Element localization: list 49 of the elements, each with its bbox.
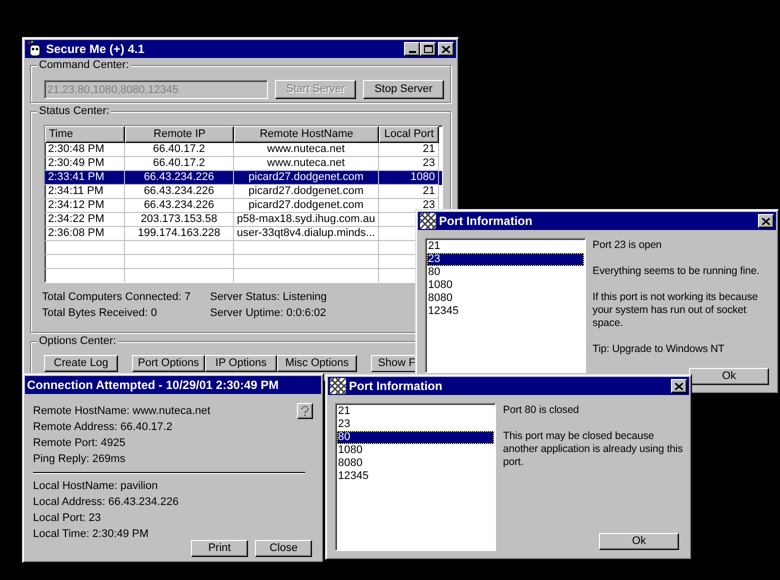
port-message: Everything seems to be running fine. <box>592 265 760 278</box>
table-cell: 66.43.234.226 <box>144 185 214 197</box>
table-cell: 66.40.17.2 <box>153 157 205 169</box>
status-text: Total Bytes Received: 0 <box>42 307 158 320</box>
table-cell: user-33qt8v4.dialup.minds... <box>236 227 376 239</box>
table-cell: 1080 <box>410 171 435 183</box>
window-title: Port Information <box>349 378 444 395</box>
info-text: Local Address: 66.43.234.226 <box>33 495 180 510</box>
status-text: Server Status: Listening <box>210 291 328 304</box>
info-text: Remote Port: 4925 <box>33 436 126 451</box>
info-text: Ping Reply: 269ms <box>33 452 126 467</box>
table-cell: 66.43.234.226 <box>144 199 214 211</box>
table-cell: 66.40.17.2 <box>153 143 205 155</box>
table-cell: 2:30:49 PM <box>48 157 104 169</box>
info-text: Local HostName: pavilion <box>33 479 159 494</box>
group-label: Options Center: <box>37 334 118 348</box>
table-cell: 2:34:11 PM <box>48 185 104 197</box>
info-text: Local Port: 23 <box>33 511 102 526</box>
table-cell: www.nuteca.net <box>267 157 345 169</box>
table-cell: 2:33:41 PM <box>48 171 104 183</box>
table-cell: p58-max18.syd.ihug.com.au <box>236 213 376 225</box>
table-cell: 66.43.234.226 <box>144 171 214 183</box>
port-message: If this port is not working its because your system has run out of socket space. <box>592 291 759 330</box>
port-message: Port 23 is open <box>592 239 663 252</box>
info-text: Local Time: 2:30:49 PM <box>33 527 150 542</box>
table-cell: picard27.dodgenet.com <box>248 185 364 197</box>
table-cell: www.nuteca.net <box>267 143 345 155</box>
status-text: Total Computers Connected: 7 <box>42 291 192 304</box>
table-cell: 203.173.153.58 <box>140 213 218 225</box>
port-message: This port may be closed because another application is already using this port. <box>503 430 684 469</box>
table-cell: picard27.dodgenet.com <box>248 199 364 211</box>
port-message: Port 80 is closed <box>503 404 580 417</box>
window-title: Port Information <box>439 213 534 230</box>
table-cell: 2:34:22 PM <box>48 213 104 225</box>
table-cell: 2:36:08 PM <box>48 227 104 239</box>
window-title: Secure Me (+) 4.1 <box>46 41 146 58</box>
table-cell: 21 <box>422 185 435 197</box>
table-cell: 2:30:48 PM <box>48 143 104 155</box>
port-message: Tip: Upgrade to Windows NT <box>592 343 726 356</box>
info-text: Remote HostName: www.nuteca.net <box>33 404 210 419</box>
table-cell: 199.174.163.228 <box>138 227 220 239</box>
table-cell: 2:34:12 PM <box>48 199 104 211</box>
status-text: Server Uptime: 0:0:6:02 <box>210 307 328 320</box>
table-cell: 23 <box>422 199 435 211</box>
window-title: Connection Attempted - 10/29/01 2:30:49 PM <box>27 377 279 394</box>
info-text: Remote Address: 66.40.17.2 <box>33 420 172 435</box>
table-cell: 23 <box>422 157 435 169</box>
table-cell: picard27.dodgenet.com <box>248 171 364 183</box>
table-cell: 21 <box>422 143 435 155</box>
